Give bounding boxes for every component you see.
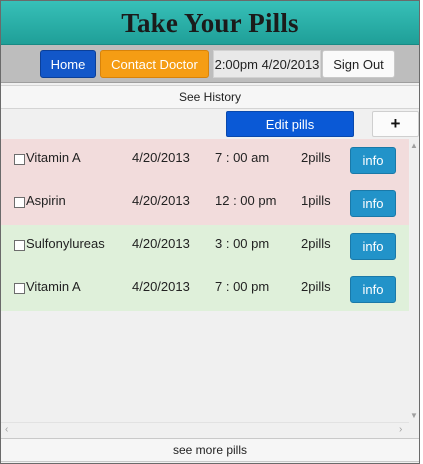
pill-row: Vitamin A 4/20/2013 7 : 00 pm 2pills inf… (1, 268, 409, 311)
pill-checkbox[interactable] (14, 197, 25, 208)
pill-quantity: 2pills (301, 236, 331, 251)
pill-row: Sulfonylureas 4/20/2013 3 : 00 pm 2pills… (1, 225, 409, 268)
sign-out-button[interactable]: Sign Out (322, 50, 395, 78)
pill-date: 4/20/2013 (132, 236, 190, 251)
pill-checkbox[interactable] (14, 154, 25, 165)
info-button[interactable]: info (350, 147, 396, 174)
pill-time: 3 : 00 pm (215, 236, 270, 251)
current-datetime: 2:00pm 4/20/2013 (213, 50, 321, 78)
pill-date: 4/20/2013 (132, 193, 190, 208)
see-history-button[interactable]: See History (1, 85, 419, 109)
info-button[interactable]: info (350, 190, 396, 217)
scroll-right-icon[interactable]: › (399, 424, 402, 435)
pill-row: Vitamin A 4/20/2013 7 : 00 am 2pills inf… (1, 139, 409, 182)
home-button[interactable]: Home (40, 50, 96, 78)
info-button[interactable]: info (350, 233, 396, 260)
pill-name: Vitamin A (26, 279, 81, 294)
horizontal-scrollbar[interactable]: ‹ › (1, 422, 409, 437)
pill-name: Vitamin A (26, 150, 81, 165)
pill-name: Sulfonylureas (26, 236, 105, 251)
pill-date: 4/20/2013 (132, 279, 190, 294)
info-button[interactable]: info (350, 276, 396, 303)
edit-pills-button[interactable]: Edit pills (226, 111, 354, 137)
pill-quantity: 2pills (301, 150, 331, 165)
pill-time: 12 : 00 pm (215, 193, 277, 208)
pill-name: Aspirin (26, 193, 66, 208)
see-more-pills-button[interactable]: see more pills (1, 438, 419, 462)
pill-time: 7 : 00 am (215, 150, 270, 165)
app-title: Take Your Pills (121, 8, 299, 38)
app-frame: Take Your Pills Home Contact Doctor 2:00… (0, 0, 420, 464)
add-pill-button[interactable]: + (372, 111, 419, 137)
contact-doctor-button[interactable]: Contact Doctor (100, 50, 209, 78)
scroll-left-icon[interactable]: ‹ (5, 424, 8, 435)
toolbar: Edit pills + (1, 109, 419, 139)
pill-row: Aspirin 4/20/2013 12 : 00 pm 1pills info (1, 182, 409, 225)
pill-date: 4/20/2013 (132, 150, 190, 165)
pill-quantity: 1pills (301, 193, 331, 208)
scroll-up-icon[interactable]: ▲ (410, 141, 418, 150)
pill-time: 7 : 00 pm (215, 279, 270, 294)
vertical-scrollbar[interactable]: ▲ ▼ (409, 139, 419, 422)
pill-checkbox[interactable] (14, 240, 25, 251)
pill-list: Vitamin A 4/20/2013 7 : 00 am 2pills inf… (1, 139, 419, 422)
pill-quantity: 2pills (301, 279, 331, 294)
nav-bar: Home Contact Doctor 2:00pm 4/20/2013 Sig… (1, 45, 419, 83)
pill-checkbox[interactable] (14, 283, 25, 294)
scroll-down-icon[interactable]: ▼ (410, 411, 418, 420)
title-bar: Take Your Pills (1, 1, 419, 45)
